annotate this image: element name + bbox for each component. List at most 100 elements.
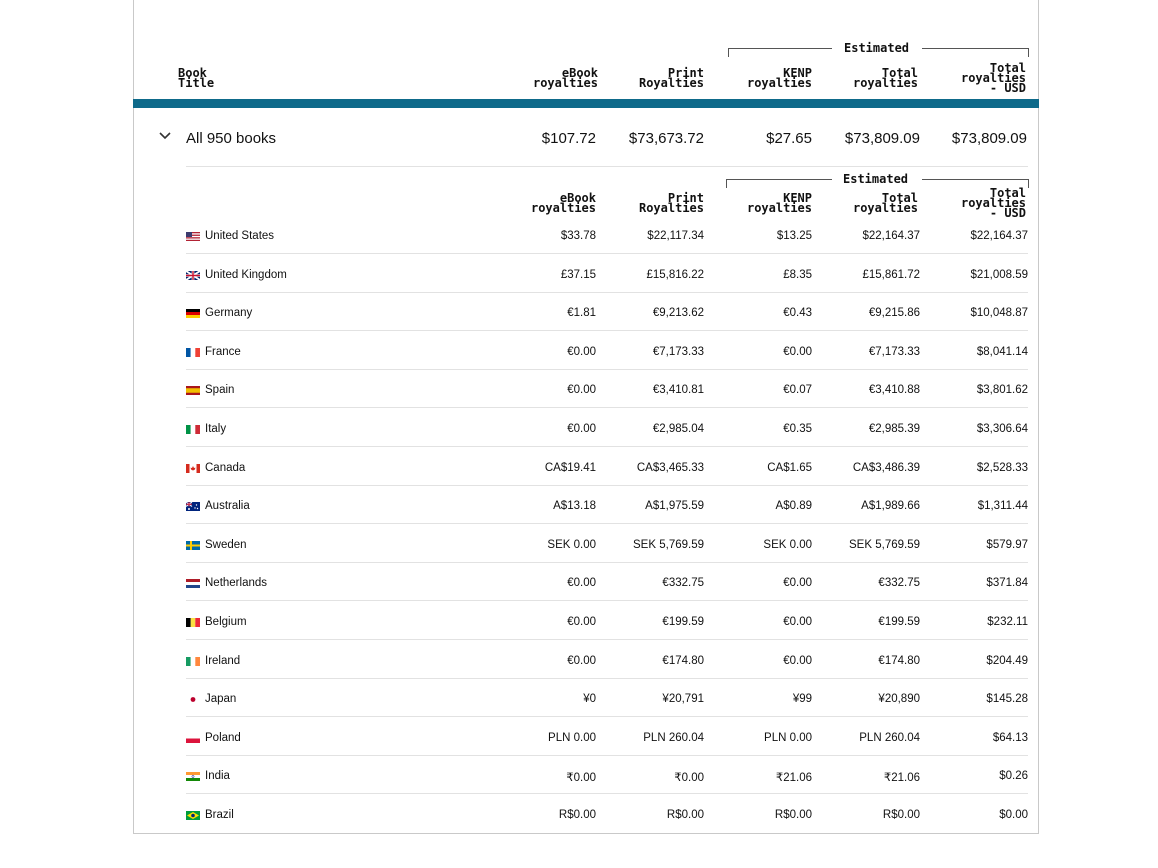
all-books-summary-row[interactable]: All 950 books $107.72 $73,673.72 $27.65 … — [133, 118, 1039, 158]
sub-estimated-bracket-right — [922, 179, 1028, 180]
row-divider — [186, 677, 1028, 679]
cell-ebook: PLN 0.00 — [548, 731, 596, 744]
cell-kenp: €0.35 — [783, 423, 812, 435]
header-kenp-royalties: KENP royalties — [746, 66, 812, 90]
country-name: India — [205, 770, 230, 783]
country-name: United States — [205, 230, 275, 242]
country-name: Poland — [205, 731, 241, 744]
it-flag-icon — [186, 425, 200, 434]
summary-total-usd: $73,809.09 — [951, 130, 1027, 147]
country-name: Brazil — [205, 809, 234, 821]
cell-kenp: €0.00 — [783, 345, 812, 358]
subheader-total-usd: Total royalties - USD — [960, 186, 1026, 220]
subheader-kenp-royalties: KENP royalties — [746, 191, 812, 215]
country-name: Belgium — [205, 616, 247, 628]
country-name: United Kingdom — [205, 268, 287, 281]
cell-total: ₹21.06 — [883, 772, 920, 785]
cell-usd: $204.49 — [986, 654, 1028, 667]
cell-usd: $371.84 — [986, 577, 1028, 590]
cell-print: R$0.00 — [666, 809, 704, 821]
cell-ebook: $33.78 — [560, 230, 596, 242]
cell-print: €332.75 — [662, 577, 704, 590]
be-flag-icon — [186, 618, 200, 627]
cell-total: €7,173.33 — [868, 345, 920, 358]
br-flag-icon — [186, 811, 200, 820]
estimated-label: Estimated — [838, 41, 916, 55]
cell-usd: $8,041.14 — [976, 345, 1028, 358]
subheader-ebook-royalties: eBook royalties — [530, 191, 596, 215]
uk-flag-icon — [186, 270, 200, 280]
cell-kenp: €0.00 — [783, 616, 812, 628]
cell-total: A$1,989.66 — [861, 500, 920, 513]
country-name: Sweden — [205, 538, 247, 551]
cell-ebook: €0.00 — [567, 345, 596, 358]
cell-print: ¥20,791 — [662, 693, 704, 706]
country-name: Ireland — [205, 654, 241, 667]
cell-total: ¥20,890 — [878, 693, 920, 706]
country-name: France — [205, 345, 241, 358]
chevron-down-icon[interactable] — [159, 130, 171, 142]
row-divider — [186, 523, 1028, 525]
cell-print: €199.59 — [662, 616, 704, 628]
cell-usd: $22,164.37 — [970, 230, 1028, 242]
cell-usd: $0.00 — [999, 809, 1028, 821]
cell-print: CA$3,465.33 — [636, 461, 704, 474]
jp-flag-icon — [186, 695, 200, 705]
header-ebook-royalties: eBook royalties — [532, 66, 598, 90]
country-name: Japan — [205, 693, 237, 706]
cell-kenp: €0.00 — [783, 577, 812, 590]
cell-kenp: €0.43 — [783, 307, 812, 320]
in-flag-icon — [186, 772, 200, 782]
cell-ebook: €0.00 — [567, 654, 596, 667]
de-flag-icon — [186, 309, 200, 319]
table-row: Ireland €0.00 €174.80 €0.00 €174.80 $204.49 — [186, 647, 1028, 685]
cell-print: SEK 5,769.59 — [633, 538, 704, 551]
cell-kenp: $13.25 — [776, 230, 812, 242]
cell-usd: $232.11 — [987, 616, 1028, 628]
se-flag-icon — [186, 540, 200, 550]
cell-kenp: ¥99 — [792, 693, 812, 706]
cell-print: £15,816.22 — [646, 268, 704, 281]
row-divider — [186, 754, 1028, 756]
fr-flag-icon — [186, 347, 200, 357]
header-book-title: Book Title — [178, 66, 215, 90]
cell-usd: $0.26 — [999, 770, 1028, 783]
row-divider — [186, 600, 1028, 602]
table-row: Netherlands €0.00 €332.75 €0.00 €332.75 $371.… — [186, 569, 1028, 607]
header-total-royalties: Total royalties — [852, 66, 918, 90]
cell-ebook: €0.00 — [567, 423, 596, 435]
cell-kenp: £8.35 — [783, 268, 812, 281]
estimated-bracket-left — [728, 48, 832, 49]
table-row: United Kingdom £37.15 £15,816.22 £8.35 £15,8… — [186, 261, 1028, 299]
cell-print: €3,410.81 — [652, 384, 704, 397]
sub-estimated-tick-left — [726, 179, 727, 188]
subheader-total-royalties: Total royalties — [852, 191, 918, 215]
cell-total: €332.75 — [878, 577, 920, 590]
header-print-royalties: Print Royalties — [638, 66, 704, 90]
nl-flag-icon — [186, 579, 200, 589]
table-row: United States $33.78 $22,117.34 $13.25 $22,1… — [186, 222, 1028, 260]
cell-total: $22,164.37 — [862, 230, 920, 242]
table-row: Brazil R$0.00 R$0.00 R$0.00 R$0.00 $0.00 — [186, 801, 1028, 839]
country-name: Canada — [205, 461, 246, 474]
cell-kenp: ₹21.06 — [775, 772, 812, 785]
subheader-print-royalties: Print Royalties — [638, 191, 704, 215]
table-row: Italy €0.00 €2,985.04 €0.35 €2,985.39 $3,306.… — [186, 415, 1028, 453]
cell-ebook: €1.81 — [567, 307, 596, 320]
cell-usd: $21,008.59 — [970, 268, 1028, 281]
us-flag-icon — [186, 232, 200, 241]
cell-usd: $145.28 — [986, 693, 1028, 706]
cell-ebook: CA$19.41 — [544, 461, 596, 474]
cell-total: SEK 5,769.59 — [849, 538, 920, 551]
row-divider — [186, 561, 1028, 563]
au-flag-icon — [186, 502, 200, 512]
cell-print: €7,173.33 — [652, 345, 704, 358]
table-row: Germany €1.81 €9,213.62 €0.43 €9,215.86 $10,0… — [186, 299, 1028, 337]
cell-print: A$1,975.59 — [645, 500, 704, 513]
cell-total: €174.80 — [878, 654, 920, 667]
country-name: Spain — [205, 384, 235, 397]
row-divider — [186, 716, 1028, 718]
country-name: Italy — [205, 423, 227, 435]
cell-ebook: R$0.00 — [558, 809, 596, 821]
row-divider — [186, 253, 1028, 254]
